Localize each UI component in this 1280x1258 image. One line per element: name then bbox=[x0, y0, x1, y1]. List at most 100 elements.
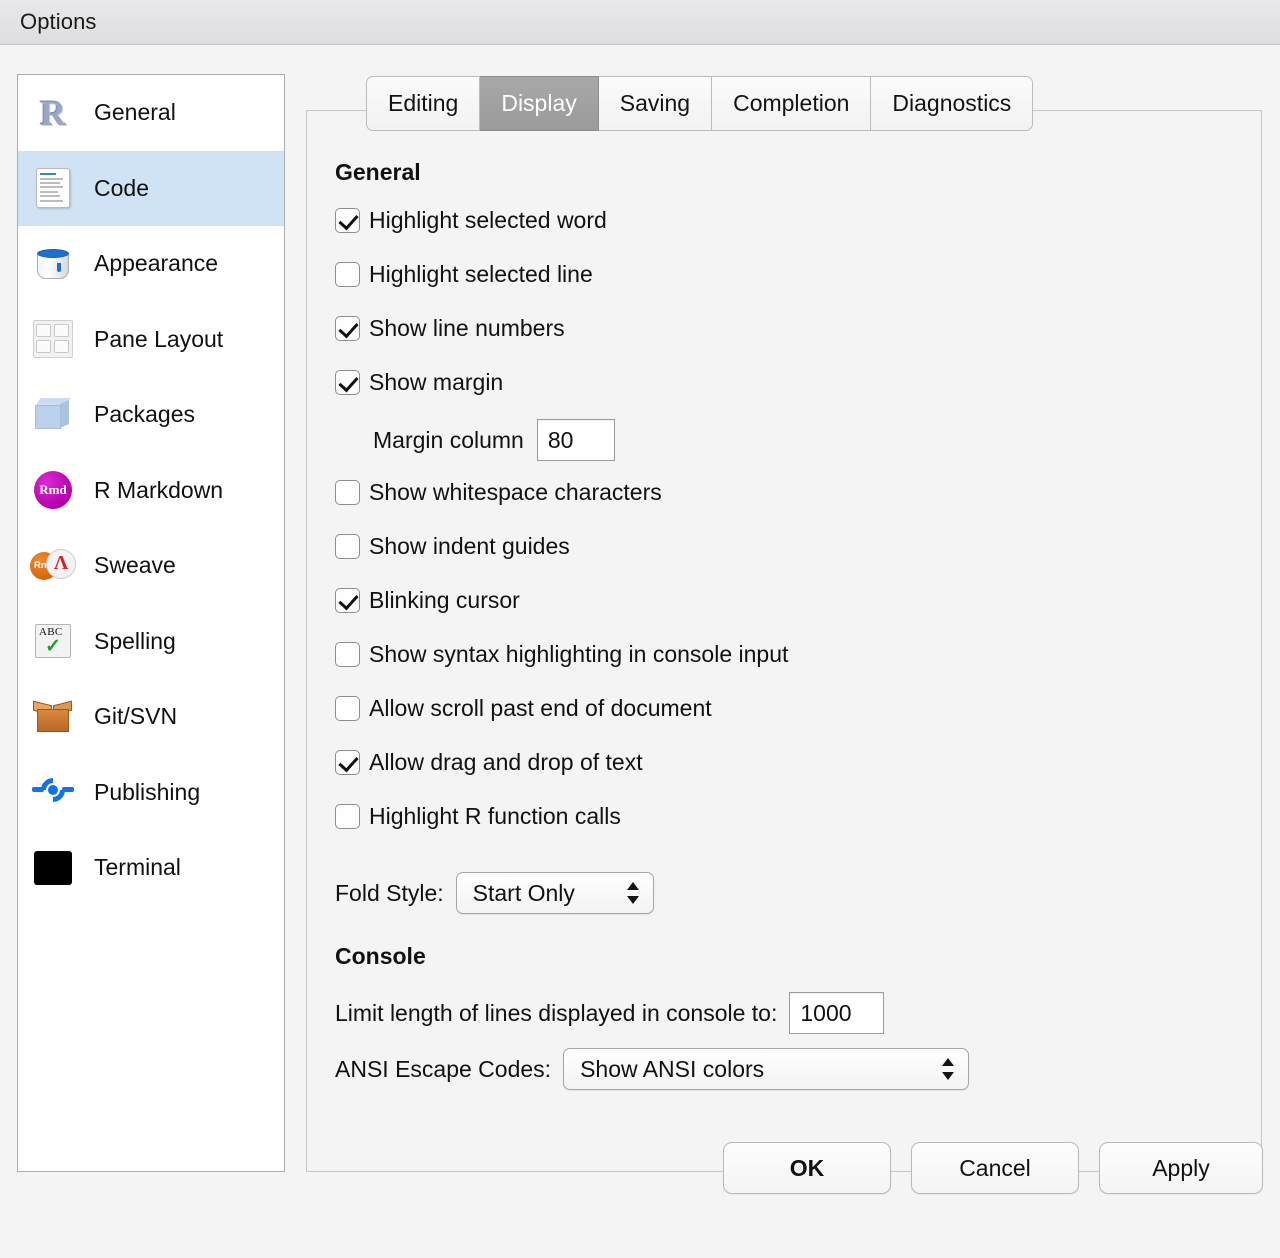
dialog-body: R General Code Appearance Pane Layout bbox=[0, 46, 1280, 1258]
sidebar-item-label: Code bbox=[94, 175, 149, 202]
sidebar-item-label: Terminal bbox=[94, 854, 181, 881]
sidebar-item-git-svn[interactable]: Git/SVN bbox=[18, 679, 284, 755]
sidebar-item-pane-layout[interactable]: Pane Layout bbox=[18, 302, 284, 378]
window-titlebar: Options bbox=[0, 0, 1280, 45]
paint-can-icon bbox=[30, 241, 76, 287]
sidebar-item-label: Git/SVN bbox=[94, 703, 177, 730]
checkbox-row-blinking-cursor[interactable]: Blinking cursor bbox=[335, 582, 1263, 619]
display-settings-form: General Highlight selected word Highligh… bbox=[307, 111, 1263, 1173]
updown-arrows-icon bbox=[942, 1057, 955, 1081]
cancel-button[interactable]: Cancel bbox=[911, 1142, 1079, 1194]
r-logo-icon: R bbox=[30, 90, 76, 136]
margin-column-input[interactable]: 80 bbox=[537, 419, 615, 461]
checkbox-label: Allow drag and drop of text bbox=[369, 749, 643, 776]
display-settings-panel: General Highlight selected word Highligh… bbox=[306, 110, 1262, 1172]
ansi-escape-codes-value: Show ANSI colors bbox=[580, 1056, 764, 1083]
sidebar-item-label: General bbox=[94, 99, 176, 126]
checkbox-row-allow-scroll-past-end[interactable]: Allow scroll past end of document bbox=[335, 690, 1263, 727]
package-cube-icon bbox=[30, 392, 76, 438]
checkbox-highlight-r-function-calls[interactable] bbox=[335, 804, 360, 829]
checkbox-label: Show syntax highlighting in console inpu… bbox=[369, 641, 788, 668]
checkbox-row-highlight-selected-line[interactable]: Highlight selected line bbox=[335, 256, 1263, 293]
checkbox-highlight-selected-line[interactable] bbox=[335, 262, 360, 287]
checkbox-label: Highlight selected word bbox=[369, 207, 607, 234]
checkbox-allow-scroll-past-end[interactable] bbox=[335, 696, 360, 721]
ok-button[interactable]: OK bbox=[723, 1142, 891, 1194]
checkbox-label: Blinking cursor bbox=[369, 587, 520, 614]
fold-style-label: Fold Style: bbox=[335, 880, 444, 907]
checkbox-label: Show margin bbox=[369, 369, 503, 396]
fold-style-value: Start Only bbox=[473, 880, 575, 907]
sidebar-item-label: Packages bbox=[94, 401, 195, 428]
checkbox-label: Show line numbers bbox=[369, 315, 565, 342]
window-title: Options bbox=[20, 9, 97, 35]
checkbox-label: Show indent guides bbox=[369, 533, 570, 560]
code-document-icon bbox=[30, 165, 76, 211]
checkbox-highlight-selected-word[interactable] bbox=[335, 208, 360, 233]
console-limit-input[interactable]: 1000 bbox=[789, 992, 884, 1034]
sidebar-item-general[interactable]: R General bbox=[18, 75, 284, 151]
checkbox-show-line-numbers[interactable] bbox=[335, 316, 360, 341]
sidebar-item-label: Appearance bbox=[94, 250, 218, 277]
sidebar-item-terminal[interactable]: Terminal bbox=[18, 830, 284, 906]
margin-column-label: Margin column bbox=[373, 427, 524, 454]
checkbox-row-allow-drag-and-drop[interactable]: Allow drag and drop of text bbox=[335, 744, 1263, 781]
checkbox-row-show-whitespace-characters[interactable]: Show whitespace characters bbox=[335, 474, 1263, 511]
rmd-badge-icon: Rmd bbox=[30, 467, 76, 513]
sidebar-item-label: Pane Layout bbox=[94, 326, 223, 353]
tab-completion[interactable]: Completion bbox=[712, 76, 871, 131]
ansi-escape-codes-label: ANSI Escape Codes: bbox=[335, 1056, 551, 1083]
fold-style-select[interactable]: Start Only bbox=[456, 872, 654, 914]
checkbox-label: Highlight R function calls bbox=[369, 803, 621, 830]
checkbox-show-indent-guides[interactable] bbox=[335, 534, 360, 559]
options-category-sidebar[interactable]: R General Code Appearance Pane Layout bbox=[17, 74, 285, 1172]
sidebar-item-spelling[interactable]: ABC✓ Spelling bbox=[18, 604, 284, 680]
crate-box-icon bbox=[30, 694, 76, 740]
checkbox-row-show-syntax-highlighting-console[interactable]: Show syntax highlighting in console inpu… bbox=[335, 636, 1263, 673]
sidebar-item-label: R Markdown bbox=[94, 477, 223, 504]
sweave-rnw-pdf-icon: RnwΛ bbox=[30, 543, 76, 589]
general-section-heading: General bbox=[335, 159, 1263, 186]
checkbox-show-syntax-highlighting-console[interactable] bbox=[335, 642, 360, 667]
console-section-heading: Console bbox=[335, 943, 1263, 970]
checkbox-show-margin[interactable] bbox=[335, 370, 360, 395]
checkbox-label: Allow scroll past end of document bbox=[369, 695, 712, 722]
sidebar-item-packages[interactable]: Packages bbox=[18, 377, 284, 453]
sidebar-item-label: Sweave bbox=[94, 552, 176, 579]
sidebar-item-r-markdown[interactable]: Rmd R Markdown bbox=[18, 453, 284, 529]
checkbox-blinking-cursor[interactable] bbox=[335, 588, 360, 613]
checkbox-label: Show whitespace characters bbox=[369, 479, 662, 506]
sidebar-item-sweave[interactable]: RnwΛ Sweave bbox=[18, 528, 284, 604]
checkbox-row-show-line-numbers[interactable]: Show line numbers bbox=[335, 310, 1263, 347]
updown-arrows-icon bbox=[627, 881, 640, 905]
tab-display[interactable]: Display bbox=[480, 76, 598, 131]
console-limit-label: Limit length of lines displayed in conso… bbox=[335, 1000, 777, 1027]
fold-style-row: Fold Style: Start Only bbox=[335, 871, 1263, 915]
sidebar-item-appearance[interactable]: Appearance bbox=[18, 226, 284, 302]
checkbox-row-show-margin[interactable]: Show margin bbox=[335, 364, 1263, 401]
pane-grid-icon bbox=[30, 316, 76, 362]
sidebar-item-code[interactable]: Code bbox=[18, 151, 284, 227]
tab-editing[interactable]: Editing bbox=[366, 76, 480, 131]
margin-column-row: Margin column 80 bbox=[373, 418, 1263, 462]
checkbox-row-show-indent-guides[interactable]: Show indent guides bbox=[335, 528, 1263, 565]
sidebar-item-label: Publishing bbox=[94, 779, 200, 806]
publishing-icon bbox=[30, 769, 76, 815]
dialog-footer: OK Cancel Apply bbox=[0, 1142, 1280, 1258]
sidebar-item-publishing[interactable]: Publishing bbox=[18, 755, 284, 831]
terminal-icon bbox=[30, 845, 76, 891]
tab-diagnostics[interactable]: Diagnostics bbox=[871, 76, 1033, 131]
checkbox-allow-drag-and-drop[interactable] bbox=[335, 750, 360, 775]
ansi-escape-codes-select[interactable]: Show ANSI colors bbox=[563, 1048, 969, 1090]
settings-tabbar[interactable]: Editing Display Saving Completion Diagno… bbox=[366, 76, 1033, 131]
checkbox-row-highlight-r-function-calls[interactable]: Highlight R function calls bbox=[335, 798, 1263, 835]
tab-saving[interactable]: Saving bbox=[599, 76, 712, 131]
checkbox-show-whitespace-characters[interactable] bbox=[335, 480, 360, 505]
checkbox-row-highlight-selected-word[interactable]: Highlight selected word bbox=[335, 202, 1263, 239]
sidebar-item-label: Spelling bbox=[94, 628, 176, 655]
console-limit-row: Limit length of lines displayed in conso… bbox=[335, 990, 1263, 1036]
ansi-escape-codes-row: ANSI Escape Codes: Show ANSI colors bbox=[335, 1046, 1263, 1092]
apply-button[interactable]: Apply bbox=[1099, 1142, 1263, 1194]
checkbox-label: Highlight selected line bbox=[369, 261, 593, 288]
spell-check-icon: ABC✓ bbox=[30, 618, 76, 664]
